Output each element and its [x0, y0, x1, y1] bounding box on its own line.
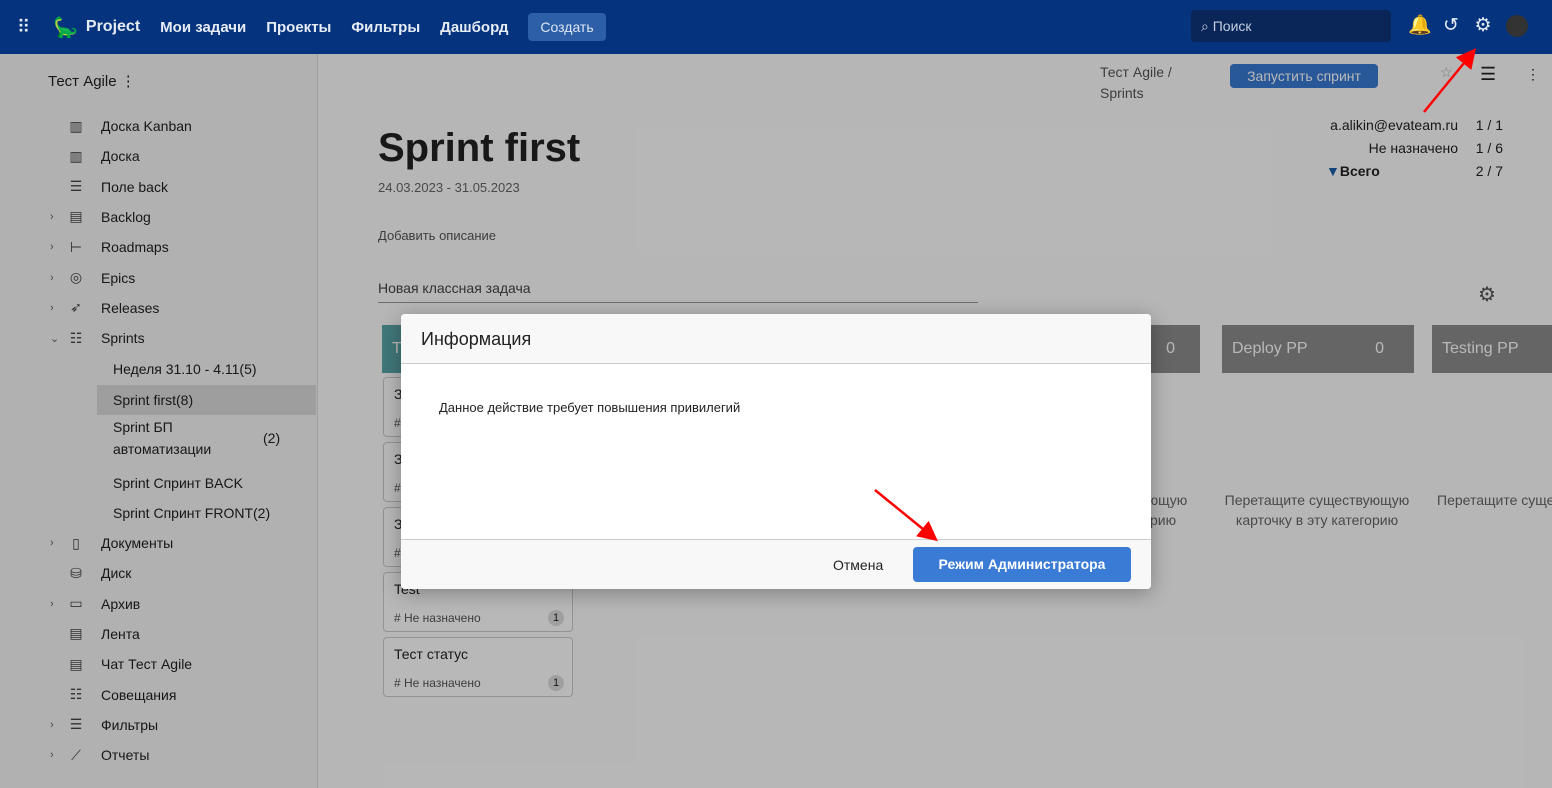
- admin-mode-button[interactable]: Режим Администратора: [913, 547, 1131, 582]
- nav-filters[interactable]: Фильтры: [351, 19, 420, 36]
- nav-projects[interactable]: Проекты: [266, 19, 331, 36]
- dialog-message: Данное действие требует повышения привил…: [439, 400, 741, 415]
- gear-icon[interactable]: ⚙: [1472, 15, 1494, 37]
- nav-my-tasks[interactable]: Мои задачи: [160, 19, 246, 36]
- history-icon[interactable]: ↺: [1440, 15, 1462, 37]
- apps-grid-icon[interactable]: ⠿: [17, 17, 37, 38]
- search-icon: ⌕: [1201, 18, 1213, 34]
- brand[interactable]: Project: [86, 18, 140, 36]
- create-button[interactable]: Создать: [528, 13, 606, 41]
- search-input[interactable]: ⌕ Поиск: [1191, 10, 1391, 42]
- avatar[interactable]: [1506, 15, 1528, 37]
- dialog-title: Информация: [401, 314, 1151, 364]
- nav-dashboard[interactable]: Дашборд: [440, 19, 508, 36]
- logo-icon[interactable]: 🦕: [53, 15, 78, 40]
- notifications-icon[interactable]: 🔔: [1408, 15, 1432, 37]
- info-dialog: Информация Данное действие требует повыш…: [401, 314, 1151, 589]
- top-bar: ⠿ 🦕 Project Мои задачи Проекты Фильтры Д…: [0, 0, 1552, 54]
- cancel-button[interactable]: Отмена: [833, 557, 883, 573]
